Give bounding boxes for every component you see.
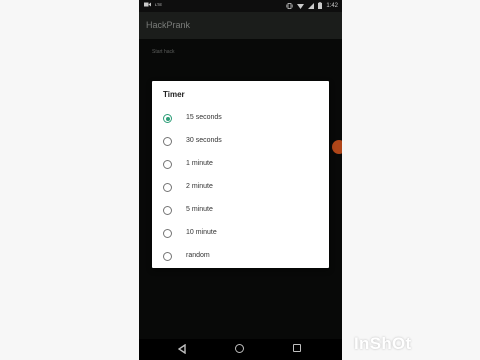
timer-option-30-seconds[interactable]: 30 seconds [152, 133, 329, 153]
back-icon[interactable] [178, 344, 186, 354]
radio-unchecked-icon[interactable] [163, 206, 172, 215]
timer-option-2-minute[interactable]: 2 minute [152, 179, 329, 199]
left-letterbox [0, 0, 139, 360]
option-label: 2 minute [186, 183, 213, 190]
right-letterbox [342, 0, 480, 360]
home-icon[interactable] [235, 344, 244, 353]
option-label: 1 minute [186, 160, 213, 167]
timer-dialog: Timer 15 seconds 30 seconds 1 minute 2 m… [152, 81, 329, 268]
option-label: 15 seconds [186, 114, 222, 121]
timer-option-10-minute[interactable]: 10 minute [152, 225, 329, 245]
inshot-watermark: InShOt [354, 334, 412, 353]
dialog-title: Timer [163, 90, 185, 99]
radio-unchecked-icon[interactable] [163, 229, 172, 238]
timer-option-1-minute[interactable]: 1 minute [152, 156, 329, 176]
radio-unchecked-icon[interactable] [163, 252, 172, 261]
option-label: random [186, 252, 210, 259]
timer-option-5-minute[interactable]: 5 minute [152, 202, 329, 222]
recents-icon[interactable] [293, 344, 301, 352]
timer-option-15-seconds[interactable]: 15 seconds [152, 110, 329, 130]
timer-option-random[interactable]: random [152, 248, 329, 268]
radio-checked-icon[interactable] [163, 114, 172, 123]
option-label: 30 seconds [186, 137, 222, 144]
option-label: 5 minute [186, 206, 213, 213]
radio-unchecked-icon[interactable] [163, 137, 172, 146]
radio-unchecked-icon[interactable] [163, 160, 172, 169]
navigation-bar [139, 339, 342, 360]
option-label: 10 minute [186, 229, 217, 236]
radio-unchecked-icon[interactable] [163, 183, 172, 192]
